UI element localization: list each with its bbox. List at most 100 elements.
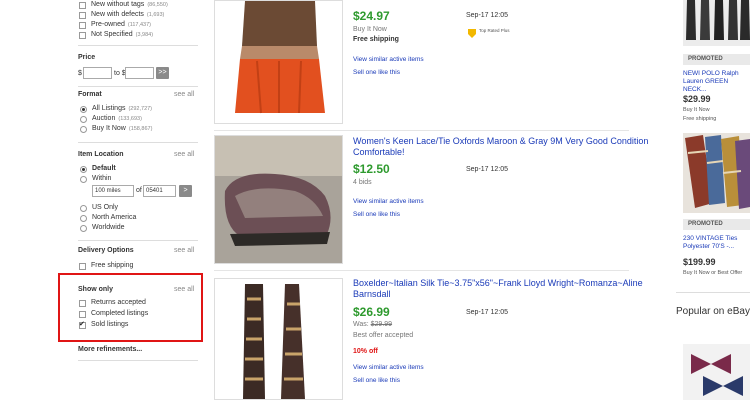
listing-thumbnail[interactable] [214,0,343,124]
listing-format: Buy It Now [353,26,387,33]
popular-on-ebay-heading: Popular on eBay [676,306,750,317]
divider [78,240,198,241]
option-label: Pre-owned [91,21,125,28]
listing-was: Was: $29.99 [353,321,392,328]
rail-item-price: $29.99 [683,94,711,104]
format-title: Format [78,91,102,98]
format-see-all-link[interactable]: see all [174,91,194,98]
checkbox-returns-accepted[interactable] [79,300,86,307]
checkbox-pre-owned[interactable] [79,22,86,29]
radio-default[interactable] [80,166,87,173]
option-count: (133,693) [118,116,142,122]
option-label: Not Specified [91,31,133,38]
radio-auction[interactable] [80,116,87,123]
row-divider [214,130,629,131]
radio-worldwide[interactable] [80,225,87,232]
format-option[interactable]: Auction (133,693) [92,115,142,122]
view-similar-link[interactable]: View similar active items [353,198,424,205]
checkbox-free-shipping[interactable] [79,263,86,270]
price-max-input[interactable] [125,67,154,79]
rail-item-format: Buy It Now or Best Offer [683,270,743,276]
option-label: Buy It Now [92,125,126,132]
listing-date: Sep-17 12:05 [466,309,509,316]
listing-price: $24.97 [353,9,390,23]
delivery-option[interactable]: Free shipping [91,262,133,269]
listing-date: Sep-17 12:05 [466,166,509,173]
rail-item-title-link[interactable]: 230 VINTAGE Ties Polyester 70'S -... [683,235,750,251]
promoted-badge: PROMOTED [683,219,750,230]
rail-item-shipping: Free shipping [683,116,717,122]
listing-title-link[interactable]: Women's Keen Lace/Tie Oxfords Maroon & G… [353,136,663,158]
option-label: New without tags [91,1,145,8]
condition-option[interactable]: New with defects (1,693) [91,11,164,18]
checkbox-new-with-defects[interactable] [79,12,86,19]
rail-item-price: $199.99 [683,257,716,267]
rail-item-image[interactable] [683,0,750,46]
shoe-image [215,136,342,263]
delivery-see-all-link[interactable]: see all [174,247,194,254]
dress-image [215,1,342,123]
sell-one-link[interactable]: Sell one like this [353,69,400,76]
location-within-label[interactable]: Within [92,175,111,182]
view-similar-link[interactable]: View similar active items [353,56,424,63]
divider [78,86,198,87]
show-only-option[interactable]: Sold listings [91,321,128,328]
rail-item-title-link[interactable]: NEWI POLO Ralph Lauren GREEN NECK... [683,70,750,94]
location-option[interactable]: Worldwide [92,224,125,231]
location-see-all-link[interactable]: see all [174,151,194,158]
option-count: (117,437) [127,22,151,28]
checkbox-completed-listings[interactable] [79,311,86,318]
listing-date: Sep-17 12:05 [466,12,509,19]
miles-select[interactable]: 100 miles [92,185,134,197]
format-option[interactable]: All Listings (292,727) [92,105,152,112]
was-label: Was: [353,321,369,328]
location-go-button[interactable]: > [179,185,192,197]
listing-thumbnail[interactable] [214,135,343,264]
checkbox-new-without-tags[interactable] [79,2,86,9]
listing-shipping: Free shipping [353,36,399,43]
radio-buy-it-now[interactable] [80,126,87,133]
option-count: (86,550) [147,2,168,8]
more-refinements-link[interactable]: More refinements... [78,346,142,353]
view-similar-link[interactable]: View similar active items [353,364,424,371]
price-min-input[interactable] [83,67,112,79]
show-only-option[interactable]: Returns accepted [91,299,146,306]
option-count: (3,984) [135,32,154,38]
price-go-button[interactable]: >> [156,67,169,79]
format-option[interactable]: Buy It Now (158,867) [92,125,152,132]
radio-us-only[interactable] [80,205,87,212]
location-default-label[interactable]: Default [92,165,116,172]
location-option[interactable]: US Only [92,204,118,211]
tie-image [215,279,342,399]
radio-north-america[interactable] [80,215,87,222]
condition-option[interactable]: Not Specified (3,984) [91,31,153,38]
checkbox-sold-listings[interactable] [79,320,86,329]
sell-one-link[interactable]: Sell one like this [353,377,400,384]
option-label: Auction [92,115,116,122]
rail-item-image[interactable] [683,344,750,400]
show-only-see-all-link[interactable]: see all [174,286,194,293]
option-label: New with defects [91,11,144,18]
condition-option[interactable]: Pre-owned (117,437) [91,21,151,28]
divider [78,360,198,361]
condition-option[interactable]: New without tags (86,550) [91,1,168,8]
location-option[interactable]: North America [92,214,136,221]
top-rated-badge-icon [468,29,476,38]
sell-one-link[interactable]: Sell one like this [353,211,400,218]
divider [78,142,198,143]
was-price: $29.99 [370,321,393,328]
listing-discount: 10% off [353,348,378,355]
highlight-box [58,273,203,342]
checkbox-not-specified[interactable] [79,32,86,39]
listing-price: $26.99 [353,305,390,319]
zip-input[interactable]: 05401 [143,185,176,197]
radio-all-listings[interactable] [80,106,87,113]
rail-item-image[interactable] [683,133,750,213]
listing-title-link[interactable]: Boxelder~Italian Silk Tie~3.75"x56"~Fran… [353,278,663,300]
listing-thumbnail[interactable] [214,278,343,400]
option-count: (292,727) [128,106,153,112]
price-title: Price [78,54,96,61]
promoted-badge: PROMOTED [683,54,750,65]
radio-within[interactable] [80,176,87,183]
show-only-option[interactable]: Completed listings [91,310,148,317]
